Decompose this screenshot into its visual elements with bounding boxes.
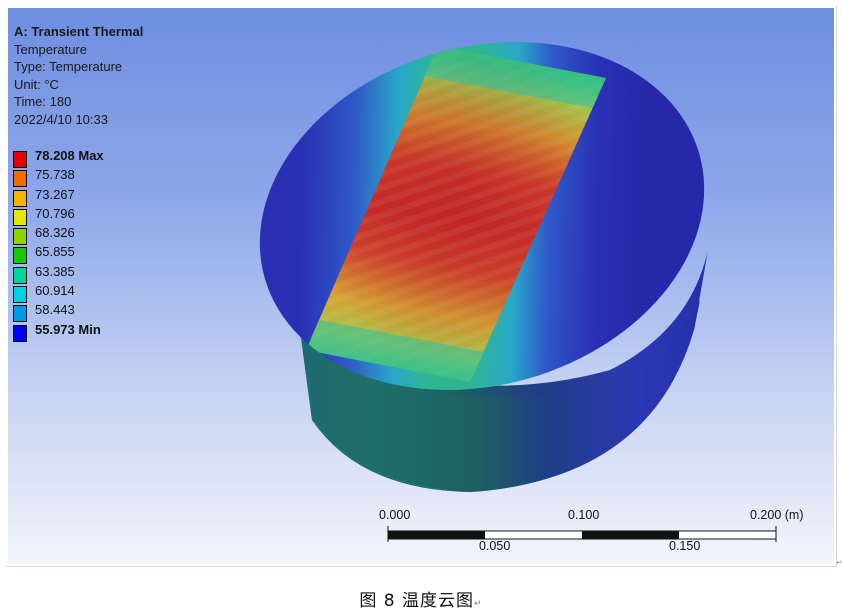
legend-label: 73.267	[35, 186, 75, 202]
legend-label: 78.208 Max	[35, 148, 104, 163]
graphics-viewport[interactable]: A: Transient Thermal Temperature Type: T…	[8, 8, 834, 564]
legend-swatch	[13, 324, 27, 342]
scale-bar	[387, 526, 777, 542]
legend-swatch	[13, 305, 27, 323]
figure-caption: 图 8 温度云图↵	[0, 586, 842, 611]
legend-label: 63.385	[35, 263, 75, 279]
scale-label: 0.050	[479, 539, 511, 553]
legend-swatch	[13, 151, 27, 168]
scale-label: 0.150	[669, 539, 701, 553]
analysis-title: A: Transient Thermal	[14, 24, 144, 39]
scale-label: 0.100	[568, 508, 600, 522]
legend-label: 68.326	[35, 225, 75, 241]
scale-label: 0.000	[379, 508, 411, 522]
scale-ruler: 0.000 0.100 0.200 (m) 0.050 0.150	[368, 508, 828, 564]
legend-swatch	[13, 247, 27, 265]
legend-label: 70.796	[35, 205, 75, 221]
scale-label: 0.200 (m)	[750, 508, 804, 522]
legend-swatch	[13, 266, 27, 284]
legend-label: 75.738	[35, 167, 75, 183]
result-time: Time: 180	[14, 94, 72, 109]
legend-swatch	[13, 170, 27, 188]
legend-label: 60.914	[35, 283, 75, 299]
result-unit: Unit: °C	[14, 76, 59, 92]
legend-label: 58.443	[35, 302, 75, 318]
result-type: Type: Temperature	[14, 59, 123, 74]
result-date: 2022/4/10 10:33	[14, 111, 108, 127]
paragraph-mark: ↵	[836, 558, 842, 567]
legend-swatch	[13, 208, 27, 226]
result-name: Temperature	[14, 41, 87, 57]
caption-text: 图 8 温度云图	[359, 591, 475, 611]
legend-swatch	[13, 189, 27, 207]
result-info: A: Transient Thermal Temperature Type: T…	[14, 23, 143, 128]
legend-swatch	[13, 228, 27, 246]
legend-label: 55.973 Min	[35, 321, 101, 337]
legend-label: 65.855	[35, 244, 75, 260]
legend-swatch	[13, 286, 27, 304]
paragraph-mark: ↵	[474, 599, 483, 609]
